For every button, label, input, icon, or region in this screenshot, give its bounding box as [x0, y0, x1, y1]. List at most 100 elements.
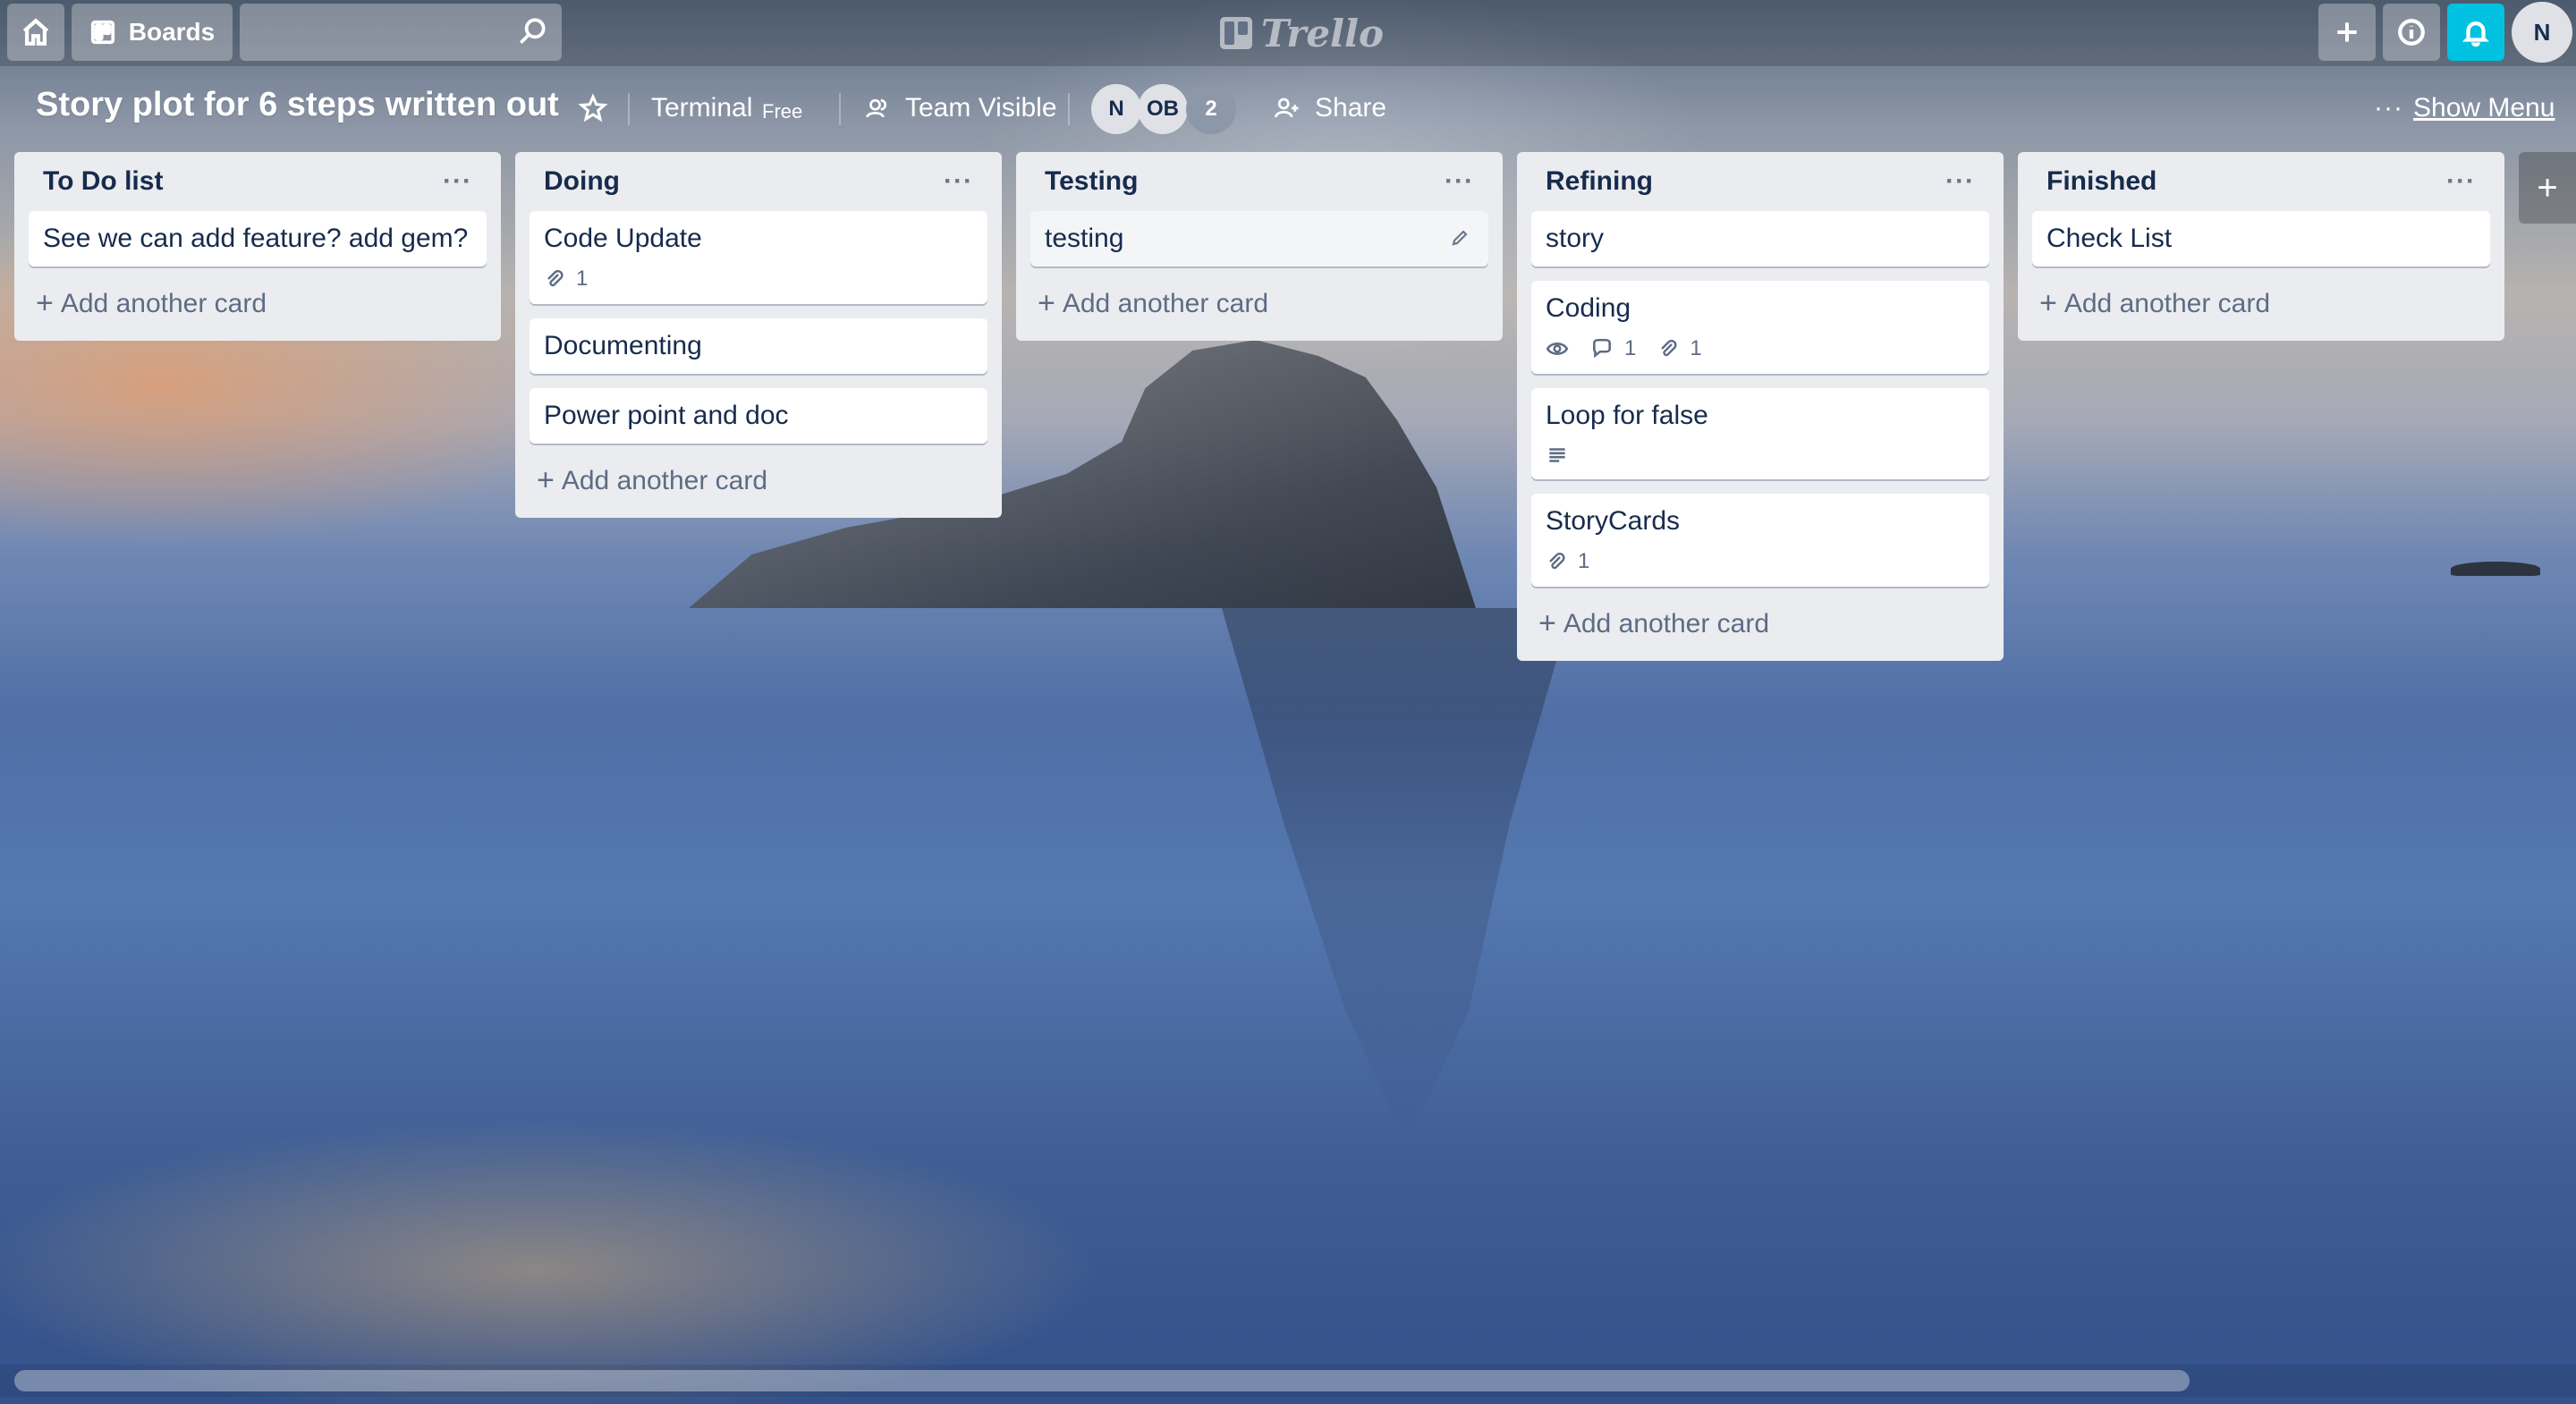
list-header[interactable]: To Do list ···	[29, 163, 487, 200]
plus-icon	[2337, 22, 2357, 42]
visibility-button[interactable]: Team Visible	[905, 93, 1057, 123]
card[interactable]: See we can add feature? add gem?	[29, 211, 487, 266]
list-testing: Testing ··· testing + Add another card	[1016, 152, 1503, 341]
card[interactable]: StoryCards 1	[1531, 494, 1989, 587]
horizontal-scrollbar[interactable]	[14, 1370, 2190, 1391]
list-menu-icon[interactable]: ···	[944, 166, 973, 197]
attachment-badge: 1	[544, 266, 588, 292]
background-reflection	[1222, 608, 1572, 1145]
add-card-label: Add another card	[1563, 608, 1770, 639]
card-title: testing	[1045, 224, 1124, 253]
attachment-badge: 1	[1546, 549, 1589, 574]
create-button[interactable]	[2318, 4, 2376, 61]
card[interactable]: Coding 1 1	[1531, 281, 1989, 374]
attachment-count: 1	[1690, 336, 1702, 360]
paperclip-icon	[547, 269, 564, 287]
description-badge	[1546, 444, 1569, 467]
watching-badge	[1546, 337, 1569, 360]
board-title[interactable]: Story plot for 6 steps written out	[36, 86, 559, 124]
paperclip-icon	[1549, 552, 1565, 570]
card[interactable]: Code Update 1	[530, 211, 987, 304]
list-menu-icon[interactable]: ···	[443, 166, 472, 197]
add-card-button[interactable]: + Add another card	[1030, 281, 1488, 326]
list-title[interactable]: Testing	[1045, 166, 1138, 197]
list-title[interactable]: Finished	[2046, 166, 2157, 197]
boards-icon	[90, 20, 114, 45]
list-menu-icon[interactable]: ···	[1945, 166, 1975, 197]
card[interactable]: Power point and doc	[530, 388, 987, 444]
list-header[interactable]: Testing ···	[1030, 163, 1488, 200]
card-badges: 1 1	[1546, 336, 1975, 361]
card-title: story	[1546, 224, 1605, 253]
card-badges: 1	[544, 266, 973, 292]
share-icon	[1275, 97, 1299, 118]
card[interactable]: Loop for false	[1531, 388, 1989, 479]
plus-icon: +	[1538, 606, 1556, 640]
user-avatar[interactable]: N	[2512, 2, 2572, 63]
add-card-label: Add another card	[1062, 288, 1269, 318]
add-card-button[interactable]: + Add another card	[29, 281, 487, 326]
top-header: Boards Trello N	[0, 0, 2576, 66]
pencil-icon[interactable]	[1449, 227, 1470, 249]
home-button[interactable]	[7, 4, 64, 61]
card[interactable]: story	[1531, 211, 1989, 266]
share-button[interactable]: Share	[1315, 93, 1386, 123]
card-list: Code Update 1 Documenting Power point an…	[530, 211, 987, 444]
plan-badge: Free	[762, 100, 803, 123]
add-card-button[interactable]: + Add another card	[530, 458, 987, 503]
card-badges: 1	[1546, 549, 1975, 574]
menu-dots-icon[interactable]: ···	[2374, 93, 2403, 123]
card-title: Coding	[1546, 293, 1631, 323]
list-menu-icon[interactable]: ···	[2446, 166, 2476, 197]
separator	[839, 93, 841, 125]
card-title: Check List	[2046, 224, 2173, 253]
list-header[interactable]: Refining ···	[1531, 163, 1989, 200]
card-title: Code Update	[544, 224, 702, 253]
list-doing: Doing ··· Code Update 1 Documenting Powe…	[515, 152, 1002, 518]
list-title[interactable]: To Do list	[43, 166, 163, 197]
comment-badge: 1	[1590, 336, 1636, 361]
boards-button[interactable]: Boards	[72, 4, 233, 61]
comment-count: 1	[1624, 336, 1637, 360]
paperclip-icon	[1661, 339, 1677, 357]
trello-logo[interactable]: Trello	[1220, 11, 1384, 55]
info-button[interactable]	[2383, 4, 2440, 61]
boards-label: Boards	[128, 18, 216, 46]
star-icon[interactable]	[578, 93, 608, 123]
search-input[interactable]	[240, 4, 562, 61]
add-card-button[interactable]: + Add another card	[2032, 281, 2490, 326]
plus-icon: +	[537, 463, 555, 497]
attachment-badge: 1	[1657, 336, 1702, 361]
add-card-label: Add another card	[561, 465, 768, 495]
card[interactable]: Check List	[2032, 211, 2490, 266]
list-header[interactable]: Doing ···	[530, 163, 987, 200]
trello-logo-text: Trello	[1261, 11, 1384, 55]
list-header[interactable]: Finished ···	[2032, 163, 2490, 200]
list-refining: Refining ··· story Coding 1 1 Loop for f…	[1517, 152, 2004, 661]
card[interactable]: Documenting	[530, 318, 987, 374]
card-badges	[1546, 444, 1975, 467]
card-title: Documenting	[544, 331, 702, 360]
show-menu-link[interactable]: Show Menu	[2413, 93, 2555, 123]
card-list: testing	[1030, 211, 1488, 266]
member-count[interactable]: 2	[1186, 84, 1236, 134]
card-title: Power point and doc	[544, 401, 789, 430]
add-card-button[interactable]: + Add another card	[1531, 601, 1989, 647]
add-card-label: Add another card	[2063, 288, 2271, 318]
team-visibility-icon	[866, 98, 887, 118]
info-icon	[2398, 19, 2425, 46]
list-menu-icon[interactable]: ···	[1445, 166, 1474, 197]
add-card-label: Add another card	[60, 288, 267, 318]
team-name[interactable]: Terminal	[651, 93, 752, 123]
plus-icon: +	[1038, 286, 1055, 320]
notifications-button[interactable]	[2447, 4, 2504, 61]
member-avatar-n[interactable]: N	[1091, 84, 1141, 134]
home-icon	[22, 18, 49, 46]
separator	[628, 93, 630, 125]
add-list-button[interactable]: +	[2519, 152, 2576, 224]
search-icon[interactable]	[515, 14, 549, 48]
list-title[interactable]: Doing	[544, 166, 620, 197]
member-avatar-ob[interactable]: OB	[1138, 84, 1188, 134]
list-title[interactable]: Refining	[1546, 166, 1653, 197]
card[interactable]: testing	[1030, 211, 1488, 266]
